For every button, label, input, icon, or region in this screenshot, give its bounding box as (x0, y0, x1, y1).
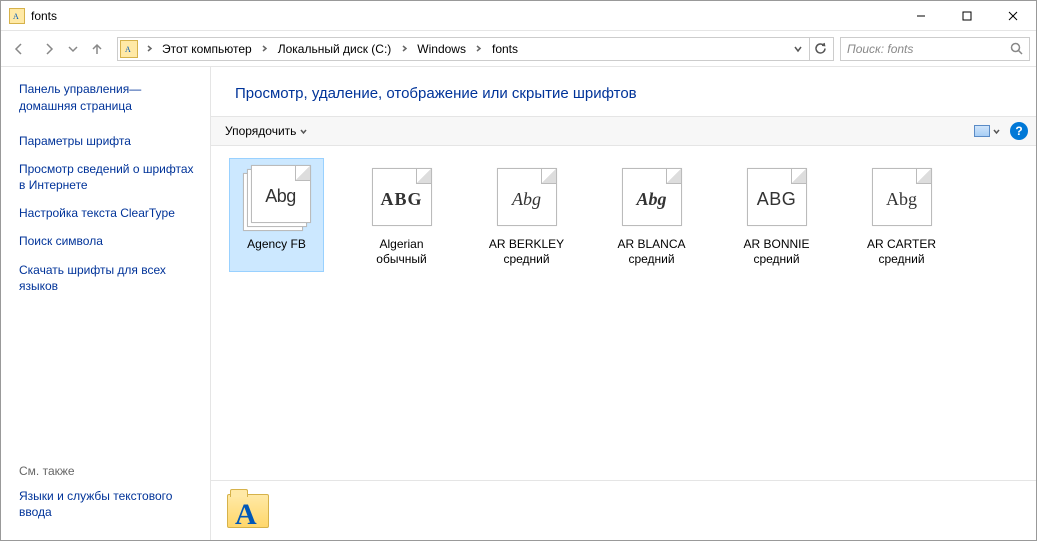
font-item[interactable]: Abg AR CARTER средний (854, 158, 949, 272)
font-glyph: ABG (373, 189, 431, 210)
font-item[interactable]: Abg AR BLANCA средний (604, 158, 699, 272)
breadcrumb-windows[interactable]: Windows (413, 38, 470, 60)
chevron-right-icon[interactable] (397, 38, 411, 60)
minimize-button[interactable] (898, 1, 944, 31)
sidebar-link-download-fonts[interactable]: Скачать шрифты для всех языков (19, 262, 198, 294)
close-button[interactable] (990, 1, 1036, 31)
breadcrumb-this-pc[interactable]: Этот компьютер (158, 38, 256, 60)
svg-text:A: A (13, 12, 19, 21)
toolbar: Упорядочить ? (211, 116, 1036, 146)
font-preview-icon: Abg (618, 163, 686, 231)
font-item-label: Algerian обычный (357, 237, 446, 267)
view-options-button[interactable] (970, 122, 1004, 140)
sidebar-link-cleartype[interactable]: Настройка текста ClearType (19, 205, 198, 221)
control-panel-home-link[interactable]: Панель управления— домашняя страница (19, 81, 198, 115)
chevron-right-icon[interactable] (142, 38, 156, 60)
back-button[interactable] (5, 35, 33, 63)
nav-row: A Этот компьютер Локальный диск (C:) Win… (1, 31, 1036, 67)
organize-label: Упорядочить (225, 124, 296, 138)
svg-text:A: A (125, 45, 131, 54)
help-button[interactable]: ? (1010, 122, 1028, 140)
font-glyph: ABG (748, 189, 806, 210)
font-glyph: Abg (252, 186, 310, 207)
window-font-folder-icon: A (9, 8, 25, 24)
address-font-folder-icon: A (120, 40, 138, 58)
font-item-label: AR BERKLEY средний (482, 237, 571, 267)
page-title: Просмотр, удаление, отображение или скры… (211, 67, 1036, 116)
sidebar-link-text-services[interactable]: Языки и службы текстового ввода (19, 488, 198, 520)
font-glyph: Abg (498, 189, 556, 210)
font-preview-icon: Abg (243, 163, 311, 231)
chevron-down-icon (993, 128, 1000, 135)
font-item-label: AR BLANCA средний (607, 237, 696, 267)
chevron-down-icon (300, 128, 307, 135)
details-font-folder-icon: A (227, 490, 269, 532)
font-items-grid: Abg Agency FB ABG Algerian обычный Abg AR BER… (211, 146, 1036, 480)
sidebar-link-find-character[interactable]: Поиск символа (19, 233, 198, 249)
up-button[interactable] (83, 35, 111, 63)
sidebar: Панель управления— домашняя страница Пар… (1, 67, 211, 540)
view-thumbnail-icon (974, 125, 990, 137)
font-preview-icon: ABG (368, 163, 436, 231)
organize-button[interactable]: Упорядочить (219, 121, 313, 141)
breadcrumb-fonts[interactable]: fonts (488, 38, 522, 60)
maximize-button[interactable] (944, 1, 990, 31)
window-title: fonts (31, 9, 57, 23)
recent-locations-button[interactable] (65, 35, 81, 63)
see-also-header: См. также (19, 464, 198, 478)
sidebar-link-font-settings[interactable]: Параметры шрифта (19, 133, 198, 149)
main-area: Просмотр, удаление, отображение или скры… (211, 67, 1036, 540)
font-preview-icon: Abg (493, 163, 561, 231)
font-item-label: AR BONNIE средний (732, 237, 821, 267)
font-item[interactable]: ABG Algerian обычный (354, 158, 449, 272)
font-item-label: AR CARTER средний (857, 237, 946, 267)
refresh-button[interactable] (809, 38, 831, 60)
font-item[interactable]: ABG AR BONNIE средний (729, 158, 824, 272)
font-glyph: Abg (623, 189, 681, 210)
chevron-right-icon[interactable] (258, 38, 272, 60)
titlebar: A fonts (1, 1, 1036, 31)
search-input[interactable] (847, 42, 1010, 56)
font-item[interactable]: Abg Agency FB (229, 158, 324, 272)
chevron-right-icon[interactable] (472, 38, 486, 60)
sidebar-link-font-info-online[interactable]: Просмотр сведений о шрифтах в Интернете (19, 161, 198, 193)
details-pane: A (211, 480, 1036, 540)
forward-button[interactable] (35, 35, 63, 63)
address-bar[interactable]: A Этот компьютер Локальный диск (C:) Win… (117, 37, 834, 61)
search-icon (1010, 42, 1023, 55)
breadcrumb-local-disk[interactable]: Локальный диск (C:) (274, 38, 396, 60)
address-history-dropdown[interactable] (789, 38, 807, 60)
font-item[interactable]: Abg AR BERKLEY средний (479, 158, 574, 272)
font-glyph: Abg (873, 189, 931, 210)
search-box[interactable] (840, 37, 1030, 61)
font-preview-icon: Abg (868, 163, 936, 231)
font-preview-icon: ABG (743, 163, 811, 231)
font-item-label: Agency FB (247, 237, 306, 252)
